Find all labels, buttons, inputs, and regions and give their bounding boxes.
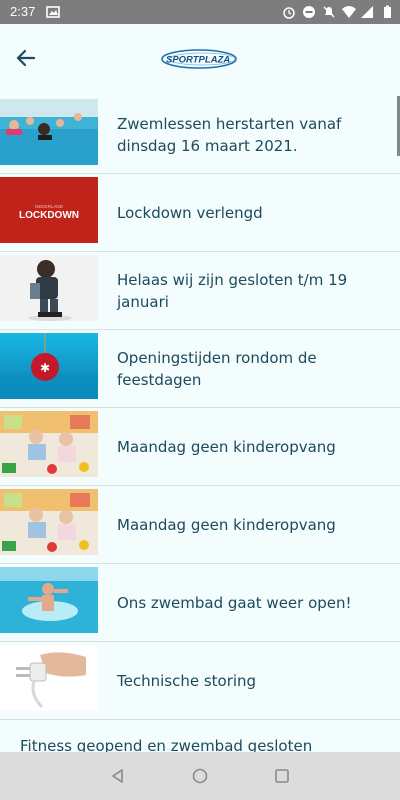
- news-thumbnail-pool-lesson: [0, 99, 98, 165]
- news-item-title: Openingstijden rondom de feestdagen: [117, 348, 317, 389]
- notifications-off-icon: [323, 6, 335, 18]
- news-item-title: Lockdown verlengd: [117, 203, 263, 222]
- svg-text:LOCKDOWN: LOCKDOWN: [19, 210, 79, 221]
- news-thumbnail-childcare: [0, 489, 98, 555]
- svg-text:✱: ✱: [40, 361, 50, 375]
- news-item[interactable]: Helaas wij zijn gesloten t/m 19 januari: [0, 252, 400, 330]
- alarm-icon: [283, 7, 295, 19]
- news-item[interactable]: Zwemlessen herstarten vanaf dinsdag 16 m…: [0, 96, 400, 174]
- news-item-title: Maandag geen kinderopvang: [117, 437, 336, 456]
- news-item[interactable]: NEDERLAND LOCKDOWN Lockdown verlengd: [0, 174, 400, 252]
- wifi-icon: [342, 6, 356, 18]
- battery-icon: [384, 5, 391, 18]
- news-item[interactable]: Maandag geen kinderopvang: [0, 408, 400, 486]
- news-thumbnail-sad-child: [0, 255, 98, 321]
- news-item[interactable]: Maandag geen kinderopvang: [0, 486, 400, 564]
- news-thumbnail-lockdown: NEDERLAND LOCKDOWN: [0, 177, 98, 243]
- app-bar: SPORTPLAZA: [0, 24, 400, 96]
- logo-text: SPORTPLAZA: [166, 55, 230, 66]
- news-thumbnail-pool-jump: [0, 567, 98, 633]
- news-item-title-partial[interactable]: Fitness geopend en zwembad gesloten: [20, 737, 312, 752]
- news-thumbnail-childcare: [0, 411, 98, 477]
- svg-text:NEDERLAND: NEDERLAND: [35, 204, 64, 209]
- news-item-title: Maandag geen kinderopvang: [117, 515, 336, 534]
- news-list: Zwemlessen herstarten vanaf dinsdag 16 m…: [0, 96, 400, 752]
- back-arrow-icon[interactable]: [12, 44, 40, 72]
- news-thumbnail-power-plug: [0, 645, 98, 711]
- news-item-title: Helaas wij zijn gesloten t/m 19 januari: [117, 270, 348, 311]
- sportplaza-logo: SPORTPLAZA: [161, 49, 237, 69]
- status-bar: 2:37: [0, 0, 400, 24]
- news-item[interactable]: Technische storing: [0, 642, 400, 720]
- nav-recents-icon[interactable]: [272, 766, 292, 786]
- news-thumbnail-christmas-bauble: ✱: [0, 333, 98, 399]
- cellular-icon: [361, 6, 373, 18]
- news-item[interactable]: Ons zwembad gaat weer open!: [0, 564, 400, 642]
- nav-home-icon[interactable]: [190, 766, 210, 786]
- status-time: 2:37: [10, 4, 36, 19]
- news-item-title: Zwemlessen herstarten vanaf dinsdag 16 m…: [117, 114, 342, 155]
- news-item-title: Ons zwembad gaat weer open!: [117, 593, 352, 612]
- nav-back-icon[interactable]: [108, 766, 128, 786]
- news-item-title: Technische storing: [117, 671, 257, 690]
- do-not-disturb-icon: [303, 6, 315, 18]
- system-nav-bar: [0, 752, 400, 800]
- gallery-notification-icon: [46, 6, 60, 18]
- news-item[interactable]: ✱ Openingstijden rondom de feestdagen: [0, 330, 400, 408]
